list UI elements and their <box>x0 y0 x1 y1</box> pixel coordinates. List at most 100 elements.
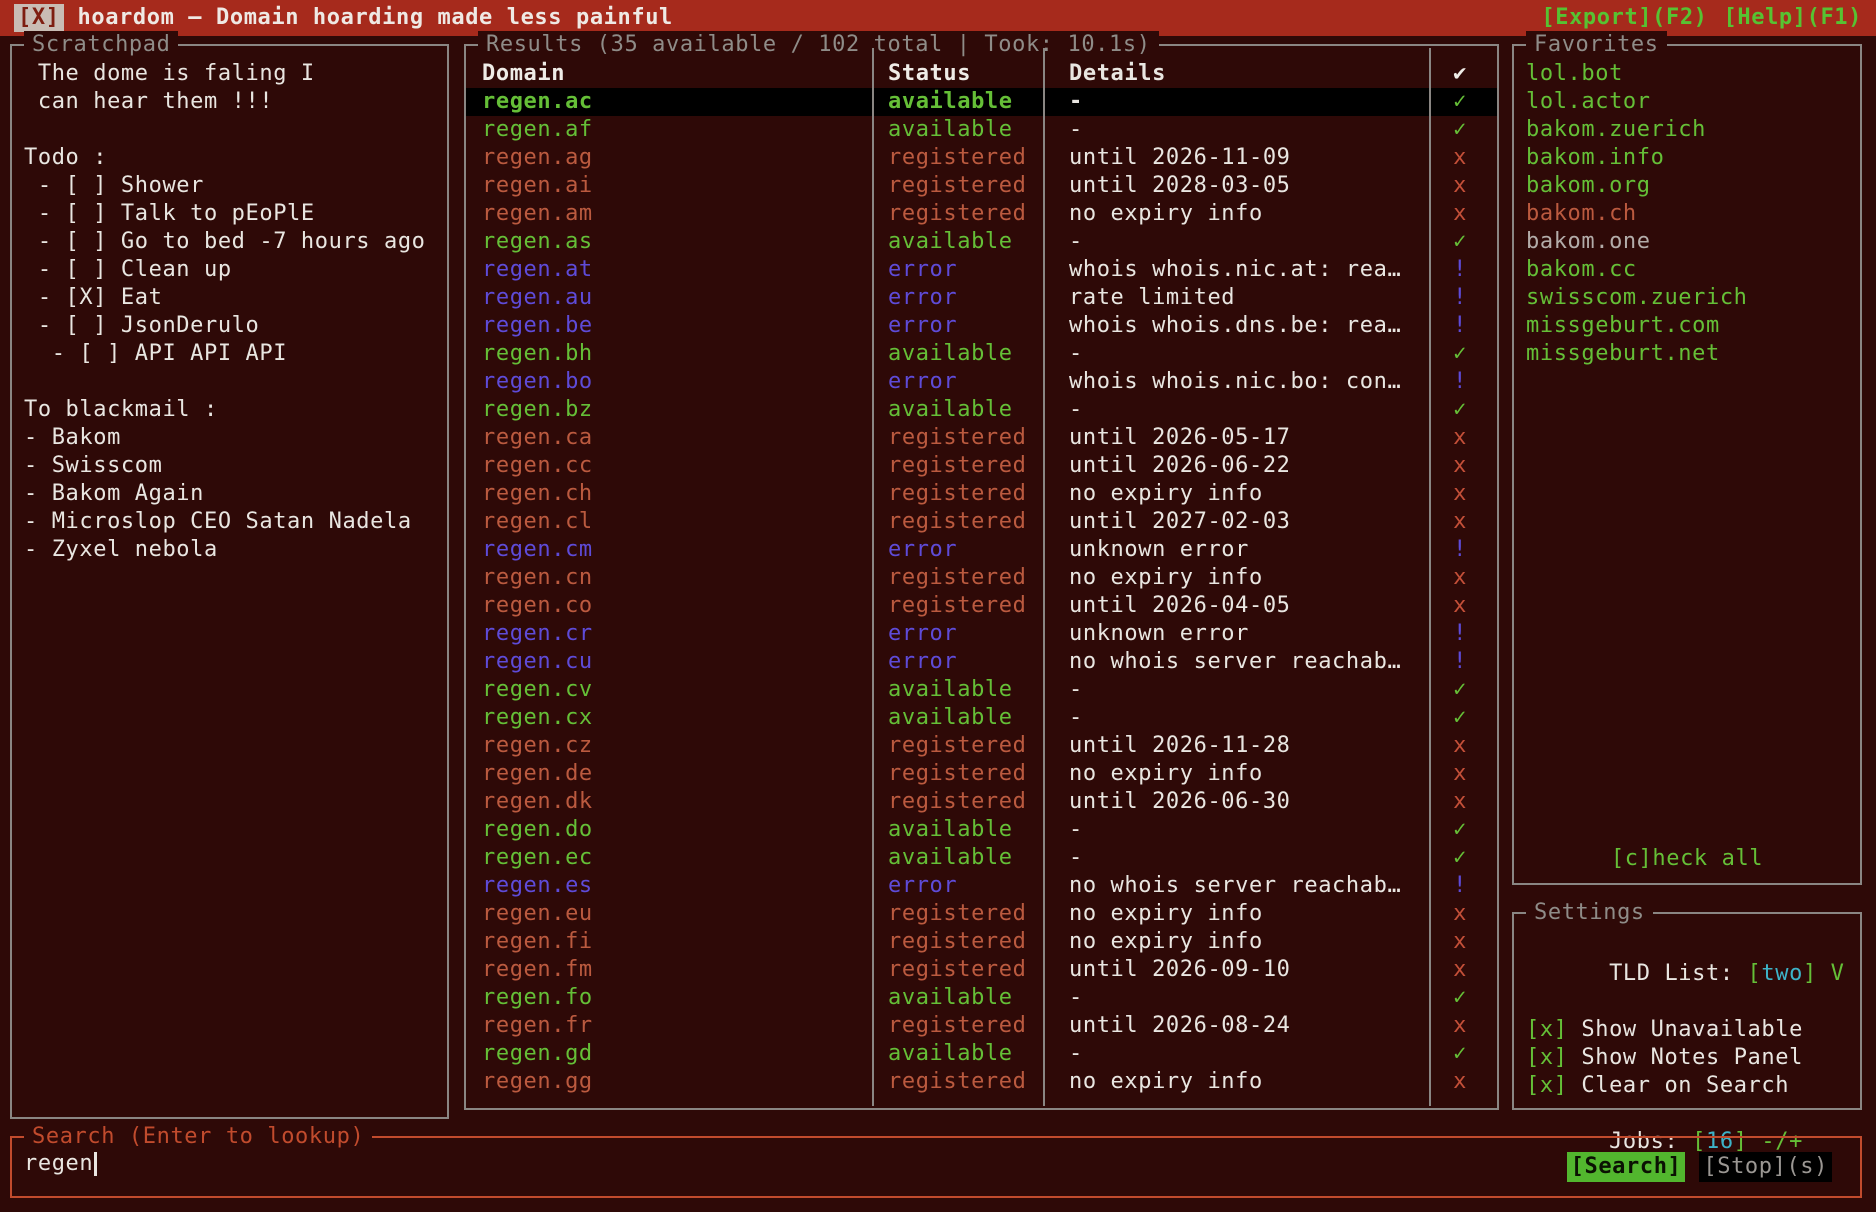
table-row[interactable]: regen.ca registered until 2026-05-17 x <box>466 424 1497 452</box>
table-row[interactable]: regen.as available - ✓ <box>466 228 1497 256</box>
table-row[interactable]: regen.cu error no whois server reachab… … <box>466 648 1497 676</box>
check-all-button[interactable]: [c]heck all <box>1514 845 1860 873</box>
status-mark-icon: ✓ <box>1427 844 1493 872</box>
table-row[interactable]: regen.ai registered until 2028-03-05 x <box>466 172 1497 200</box>
status-cell: registered <box>870 732 1041 760</box>
table-row[interactable]: regen.cc registered until 2026-06-22 x <box>466 452 1497 480</box>
status-cell: registered <box>870 1068 1041 1096</box>
favorite-item[interactable]: bakom.info <box>1526 144 1854 172</box>
status-cell: registered <box>870 592 1041 620</box>
table-row[interactable]: regen.gg registered no expiry info x <box>466 1068 1497 1096</box>
table-row[interactable]: regen.de registered no expiry info x <box>466 760 1497 788</box>
status-cell: available <box>870 116 1041 144</box>
table-row[interactable]: regen.ec available - ✓ <box>466 844 1497 872</box>
export-button[interactable]: [Export](F2) <box>1541 4 1707 32</box>
table-row[interactable]: regen.af available - ✓ <box>466 116 1497 144</box>
table-row[interactable]: regen.ag registered until 2026-11-09 x <box>466 144 1497 172</box>
table-row[interactable]: regen.am registered no expiry info x <box>466 200 1497 228</box>
table-row[interactable]: regen.fm registered until 2026-09-10 x <box>466 956 1497 984</box>
table-row[interactable]: regen.fi registered no expiry info x <box>466 928 1497 956</box>
table-row[interactable]: regen.cx available - ✓ <box>466 704 1497 732</box>
domain-cell: regen.at <box>466 256 870 284</box>
table-row[interactable]: regen.cl registered until 2027-02-03 x <box>466 508 1497 536</box>
table-row[interactable]: regen.ch registered no expiry info x <box>466 480 1497 508</box>
checkbox-icon: [x] <box>1526 1045 1568 1070</box>
status-cell: registered <box>870 480 1041 508</box>
settings-checkbox[interactable]: [x] Show Unavailable <box>1526 1016 1854 1044</box>
favorite-item[interactable]: swisscom.zuerich <box>1526 284 1854 312</box>
favorite-item[interactable]: bakom.zuerich <box>1526 116 1854 144</box>
table-row[interactable]: regen.au error rate limited ! <box>466 284 1497 312</box>
table-row[interactable]: regen.be error whois whois.dns.be: rea… … <box>466 312 1497 340</box>
table-row[interactable]: regen.at error whois whois.nic.at: rea… … <box>466 256 1497 284</box>
domain-cell: regen.ac <box>466 88 870 116</box>
domain-cell: regen.do <box>466 816 870 844</box>
table-row[interactable]: regen.bh available - ✓ <box>466 340 1497 368</box>
stop-button[interactable]: [Stop](s) <box>1699 1152 1832 1182</box>
details-cell: until 2026-09-10 <box>1041 956 1427 984</box>
favorite-item[interactable]: bakom.cc <box>1526 256 1854 284</box>
table-body: regen.ac available - ✓ regen.af availabl… <box>466 88 1497 1096</box>
settings-checkbox[interactable]: [x] Clear on Search <box>1526 1072 1854 1100</box>
search-button[interactable]: [Search] <box>1567 1152 1686 1182</box>
scratchpad-line: - [ ] Go to bed -7 hours ago <box>24 228 441 256</box>
details-cell: until 2026-05-17 <box>1041 424 1427 452</box>
scratchpad-line: - [X] Eat <box>24 284 441 312</box>
close-button[interactable]: [X] <box>14 4 64 32</box>
table-row[interactable]: regen.cr error unknown error ! <box>466 620 1497 648</box>
table-row[interactable]: regen.bo error whois whois.nic.bo: con… … <box>466 368 1497 396</box>
table-row[interactable]: regen.es error no whois server reachab… … <box>466 872 1497 900</box>
table-row[interactable]: regen.ac available - ✓ <box>466 88 1497 116</box>
table-row[interactable]: regen.eu registered no expiry info x <box>466 900 1497 928</box>
favorite-item[interactable]: lol.bot <box>1526 60 1854 88</box>
details-cell: - <box>1041 228 1427 256</box>
table-row[interactable]: regen.fr registered until 2026-08-24 x <box>466 1012 1497 1040</box>
text-cursor <box>94 1152 97 1176</box>
table-row[interactable]: regen.cv available - ✓ <box>466 676 1497 704</box>
favorite-item[interactable]: bakom.ch <box>1526 200 1854 228</box>
table-row[interactable]: regen.gd available - ✓ <box>466 1040 1497 1068</box>
favorite-item[interactable]: bakom.one <box>1526 228 1854 256</box>
domain-cell: regen.au <box>466 284 870 312</box>
checkbox-label: Show Notes Panel <box>1568 1045 1803 1070</box>
status-column-header: Status <box>870 60 1041 88</box>
status-mark-icon: x <box>1427 424 1493 452</box>
favorite-item[interactable]: missgeburt.net <box>1526 340 1854 368</box>
details-cell: no expiry info <box>1041 1068 1427 1096</box>
checkbox-icon: [x] <box>1526 1017 1568 1042</box>
tld-dropdown[interactable]: [two] V <box>1748 961 1845 986</box>
table-row[interactable]: regen.do available - ✓ <box>466 816 1497 844</box>
scratchpad-editor[interactable]: The dome is faling I can hear them !!!To… <box>12 46 447 564</box>
domain-cell: regen.ec <box>466 844 870 872</box>
table-row[interactable]: regen.fo available - ✓ <box>466 984 1497 1012</box>
details-cell: - <box>1041 1040 1427 1068</box>
table-row[interactable]: regen.cz registered until 2026-11-28 x <box>466 732 1497 760</box>
table-row[interactable]: regen.dk registered until 2026-06-30 x <box>466 788 1497 816</box>
status-mark-icon: x <box>1427 508 1493 536</box>
scratchpad-line: can hear them !!! <box>24 88 441 116</box>
details-cell: - <box>1041 816 1427 844</box>
settings-checkbox[interactable]: [x] Show Notes Panel <box>1526 1044 1854 1072</box>
favorite-item[interactable]: bakom.org <box>1526 172 1854 200</box>
domain-cell: regen.be <box>466 312 870 340</box>
favorites-list: lol.botlol.actorbakom.zuerichbakom.infob… <box>1514 46 1860 368</box>
domain-cell: regen.gg <box>466 1068 870 1096</box>
help-button[interactable]: [Help](F1) <box>1724 4 1862 32</box>
scratchpad-line: - [ ] JsonDerulo <box>24 312 441 340</box>
favorite-item[interactable]: lol.actor <box>1526 88 1854 116</box>
status-cell: available <box>870 1040 1041 1068</box>
details-cell: no expiry info <box>1041 760 1427 788</box>
search-input-value: regen <box>24 1151 93 1176</box>
tld-bracket-open: [ <box>1748 961 1762 986</box>
status-cell: available <box>870 340 1041 368</box>
status-cell: registered <box>870 564 1041 592</box>
favorite-item[interactable]: missgeburt.com <box>1526 312 1854 340</box>
status-mark-icon: x <box>1427 788 1493 816</box>
results-panel-title: Results (35 available / 102 total | Took… <box>478 31 1159 59</box>
table-row[interactable]: regen.cm error unknown error ! <box>466 536 1497 564</box>
table-row[interactable]: regen.bz available - ✓ <box>466 396 1497 424</box>
table-row[interactable]: regen.co registered until 2026-04-05 x <box>466 592 1497 620</box>
table-row[interactable]: regen.cn registered no expiry info x <box>466 564 1497 592</box>
status-cell: error <box>870 312 1041 340</box>
results-table: Domain Status Details ✔ regen.ac availab… <box>466 46 1497 1096</box>
